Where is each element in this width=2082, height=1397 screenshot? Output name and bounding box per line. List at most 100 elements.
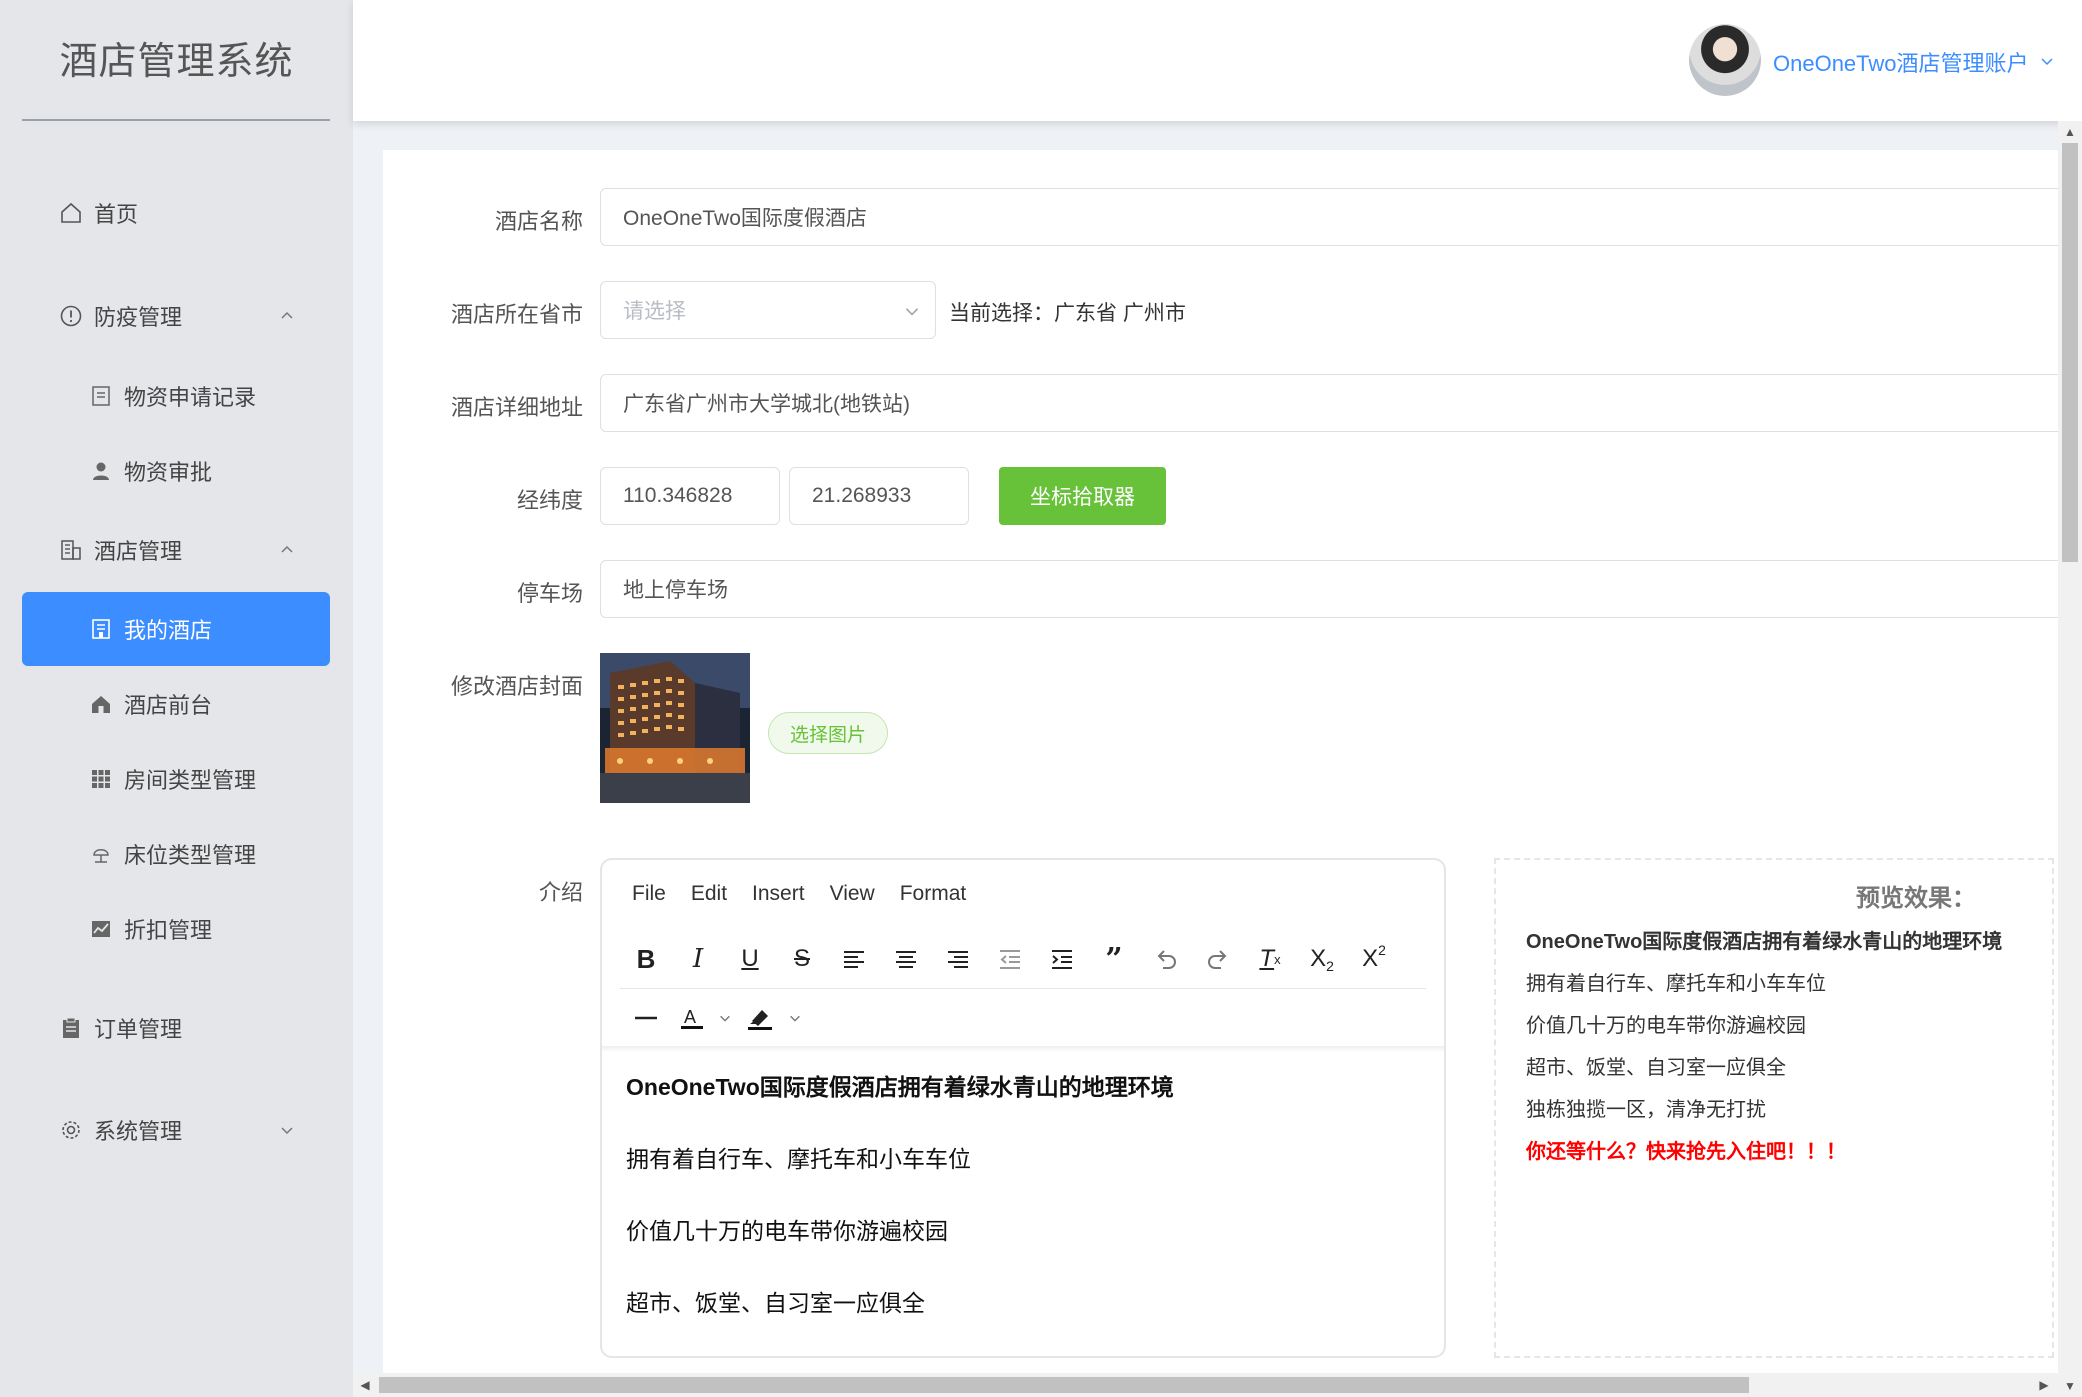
horizontal-line-icon[interactable] bbox=[620, 996, 672, 1040]
bold-icon[interactable]: B bbox=[620, 937, 672, 981]
outdent-icon[interactable] bbox=[984, 937, 1036, 981]
sidebar-item-label: 首页 bbox=[94, 202, 139, 227]
sidebar-item-discounts[interactable]: 折扣管理 bbox=[22, 892, 330, 966]
document-icon bbox=[86, 381, 116, 411]
sidebar-item-front-desk[interactable]: 酒店前台 bbox=[22, 667, 330, 741]
sidebar-item-label: 防疫管理 bbox=[94, 305, 183, 330]
sidebar-item-room-types[interactable]: 房间类型管理 bbox=[22, 742, 330, 816]
coords-label: 经纬度 bbox=[516, 488, 583, 513]
text-color-icon[interactable]: A bbox=[672, 996, 712, 1040]
chevron-down-icon bbox=[274, 1117, 300, 1143]
editor-paragraph: 价值几十万的电车带你游遍校园 bbox=[626, 1218, 948, 1244]
chevron-down-icon[interactable] bbox=[712, 996, 738, 1040]
chevron-up-icon bbox=[274, 537, 300, 563]
scroll-down-icon[interactable]: ▼ bbox=[2060, 1379, 2080, 1393]
blockquote-icon[interactable]: ” bbox=[1088, 937, 1140, 981]
province-select[interactable]: 请选择 bbox=[600, 281, 936, 339]
address-input[interactable]: 广东省广州市大学城北(地铁站) bbox=[600, 374, 2059, 432]
scroll-right-icon[interactable]: ▶ bbox=[2034, 1378, 2054, 1392]
clipboard-icon bbox=[56, 1013, 86, 1043]
sidebar-item-label: 系统管理 bbox=[94, 1119, 183, 1144]
user-icon bbox=[86, 456, 116, 486]
vertical-scrollbar[interactable]: ▲ ▼ bbox=[2058, 121, 2082, 1397]
svg-text:A: A bbox=[684, 1007, 696, 1027]
province-current: 当前选择：广东省 广州市 bbox=[949, 302, 1186, 325]
sidebar-item-label: 订单管理 bbox=[94, 1017, 183, 1042]
scroll-up-icon[interactable]: ▲ bbox=[2060, 125, 2080, 139]
preview-content: OneOneTwo国际度假酒店拥有着绿水青山的地理环境 拥有着自行车、摩托车和小… bbox=[1526, 928, 2002, 1180]
coordinate-picker-button[interactable]: 坐标拾取器 bbox=[999, 467, 1166, 525]
preview-title: 预览效果： bbox=[1856, 885, 1976, 912]
cover-label: 修改酒店封面 bbox=[450, 674, 583, 699]
menu-view[interactable]: View bbox=[830, 882, 875, 906]
sidebar-item-label: 酒店管理 bbox=[94, 539, 183, 564]
editor-toolbar-row-1: B I U S ” Tx X2 X2 bbox=[620, 937, 1400, 981]
latitude-value: 21.268933 bbox=[812, 484, 912, 507]
vertical-scroll-thumb[interactable] bbox=[2062, 143, 2078, 562]
align-center-icon[interactable] bbox=[880, 937, 932, 981]
subscript-icon[interactable]: X2 bbox=[1296, 937, 1348, 981]
sidebar-item-system[interactable]: 系统管理 bbox=[22, 1093, 330, 1167]
gear-icon bbox=[56, 1115, 86, 1145]
menu-file[interactable]: File bbox=[632, 882, 666, 906]
highlight-color-icon[interactable] bbox=[738, 996, 782, 1040]
italic-icon[interactable]: I bbox=[672, 937, 724, 981]
preview-line-highlight: 你还等什么？快来抢先入住吧！！！ bbox=[1526, 1141, 1846, 1163]
longitude-value: 110.346828 bbox=[623, 484, 733, 507]
align-right-icon[interactable] bbox=[932, 937, 984, 981]
sidebar-item-label: 折扣管理 bbox=[124, 918, 213, 943]
chevron-down-icon[interactable] bbox=[782, 996, 808, 1040]
sidebar-item-label: 房间类型管理 bbox=[124, 768, 257, 793]
sidebar-item-home[interactable]: 首页 bbox=[22, 176, 330, 250]
account-name: OneOneTwo酒店管理账户 bbox=[1773, 51, 2029, 76]
info-circle-icon bbox=[56, 301, 86, 331]
sidebar-item-my-hotel[interactable]: 我的酒店 bbox=[22, 592, 330, 666]
sidebar-item-bed-types[interactable]: 床位类型管理 bbox=[22, 817, 330, 891]
sidebar-item-supply-records[interactable]: 物资申请记录 bbox=[22, 359, 330, 433]
preview-line: 拥有着自行车、摩托车和小车车位 bbox=[1526, 973, 1826, 995]
menu-format[interactable]: Format bbox=[900, 882, 967, 906]
sidebar-item-label: 床位类型管理 bbox=[124, 843, 257, 868]
toolbar-divider bbox=[620, 988, 1426, 989]
parking-input[interactable]: 地上停车场 bbox=[600, 560, 2059, 618]
chevron-down-icon bbox=[2039, 49, 2055, 75]
sidebar-item-label: 我的酒店 bbox=[124, 618, 213, 643]
choose-image-button[interactable]: 选择图片 bbox=[768, 712, 888, 754]
undo-icon[interactable] bbox=[1140, 937, 1192, 981]
chevron-up-icon bbox=[274, 303, 300, 329]
editor-menubar: File Edit Insert View Format bbox=[632, 882, 966, 906]
avatar[interactable] bbox=[1689, 24, 1761, 96]
underline-icon[interactable]: U bbox=[724, 937, 776, 981]
redo-icon[interactable] bbox=[1192, 937, 1244, 981]
preview-line: 价值几十万的电车带你游遍校园 bbox=[1526, 1015, 1806, 1037]
align-left-icon[interactable] bbox=[828, 937, 880, 981]
account-dropdown[interactable]: OneOneTwo酒店管理账户 bbox=[1773, 46, 2055, 78]
scroll-left-icon[interactable]: ◀ bbox=[355, 1378, 375, 1392]
superscript-icon[interactable]: X2 bbox=[1348, 937, 1400, 981]
preview-line: OneOneTwo国际度假酒店拥有着绿水青山的地理环境 bbox=[1526, 931, 2003, 953]
menu-edit[interactable]: Edit bbox=[691, 882, 727, 906]
editor-content[interactable]: OneOneTwo国际度假酒店拥有着绿水青山的地理环境 拥有着自行车、摩托车和小… bbox=[626, 1072, 1420, 1356]
hotel-name-input[interactable]: OneOneTwo国际度假酒店 bbox=[600, 188, 2059, 246]
latitude-input[interactable]: 21.268933 bbox=[789, 467, 969, 525]
building-icon bbox=[56, 535, 86, 565]
hotel-name-value: OneOneTwo国际度假酒店 bbox=[623, 207, 867, 230]
sidebar-item-orders[interactable]: 订单管理 bbox=[22, 991, 330, 1065]
strikethrough-icon[interactable]: S bbox=[776, 937, 828, 981]
sidebar-item-hotel-management[interactable]: 酒店管理 bbox=[22, 513, 330, 587]
longitude-input[interactable]: 110.346828 bbox=[600, 467, 780, 525]
preview-line: 独栋独揽一区，清净无打扰 bbox=[1526, 1099, 1766, 1121]
indent-icon[interactable] bbox=[1036, 937, 1088, 981]
sidebar-item-epidemic[interactable]: 防疫管理 bbox=[22, 279, 330, 353]
horizontal-scrollbar[interactable]: ◀ ▶ bbox=[353, 1373, 2058, 1397]
editor-paragraph: OneOneTwo国际度假酒店拥有着绿水青山的地理环境 bbox=[626, 1074, 1174, 1100]
trend-chart-icon bbox=[86, 914, 116, 944]
sidebar-item-supply-approval[interactable]: 物资审批 bbox=[22, 434, 330, 508]
editor-paragraph: 超市、饭堂、自习室一应俱全 bbox=[626, 1290, 925, 1316]
sidebar-item-label: 物资审批 bbox=[124, 460, 213, 485]
grid-icon bbox=[86, 764, 116, 794]
app-title: 酒店管理系统 bbox=[59, 41, 294, 83]
clear-format-icon[interactable]: Tx bbox=[1244, 937, 1296, 981]
horizontal-scroll-thumb[interactable] bbox=[379, 1377, 1749, 1393]
menu-insert[interactable]: Insert bbox=[752, 882, 805, 906]
